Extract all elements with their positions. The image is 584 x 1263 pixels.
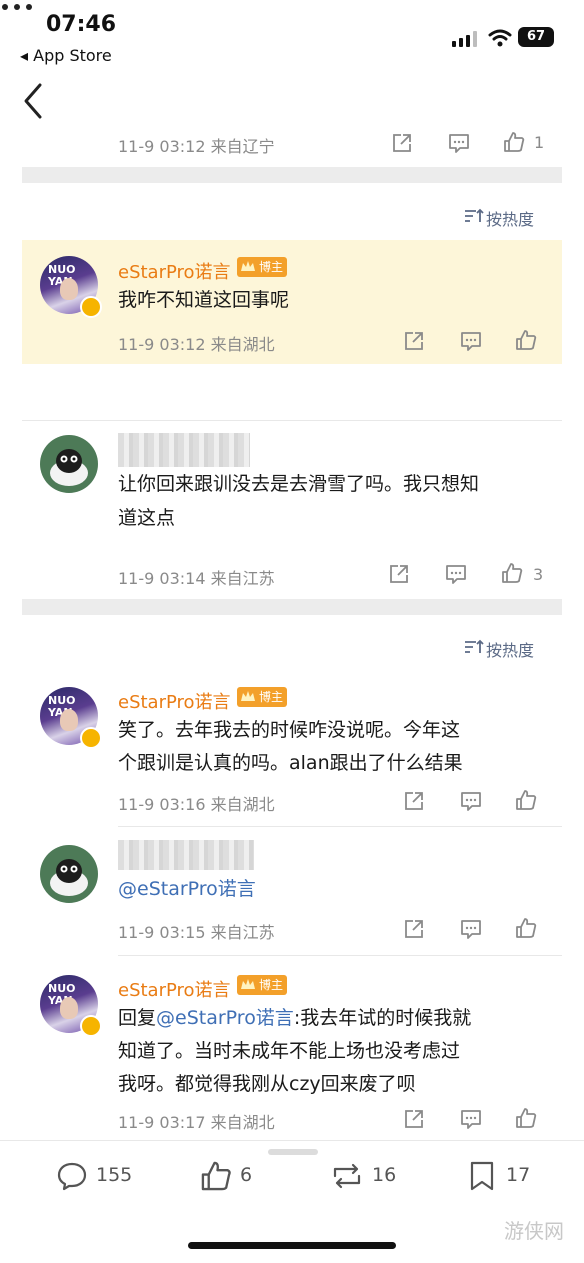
repost-icon <box>333 1163 361 1189</box>
divider-line <box>118 955 562 956</box>
divider-line <box>22 420 562 421</box>
favorites-count: 17 <box>506 1164 531 1186</box>
mention-link[interactable]: @eStarPro诺言 <box>156 1007 294 1029</box>
thumbs-up-icon <box>201 1161 231 1191</box>
reply-text: :我去年试的时候我就 <box>293 1007 472 1029</box>
crown-icon <box>241 261 255 271</box>
back-arrow-icon[interactable] <box>20 82 46 120</box>
avatar-face <box>60 278 78 300</box>
sort-by-hot-button[interactable]: 按热度 <box>464 637 534 661</box>
back-to-app-store-link[interactable]: ◂ App Store <box>20 46 112 65</box>
sort-label: 按热度 <box>486 641 535 660</box>
comment-icon[interactable] <box>460 330 482 352</box>
avatar[interactable] <box>40 435 98 493</box>
share-icon[interactable] <box>391 132 413 154</box>
share-icon[interactable] <box>403 330 425 352</box>
verified-badge-icon <box>80 1015 102 1037</box>
like-count: 1 <box>534 133 545 152</box>
sort-by-hot-button[interactable]: 按热度 <box>464 206 534 230</box>
comment-icon[interactable] <box>460 1108 482 1130</box>
comment-meta: 11-9 03:14 来自江苏 <box>118 569 275 588</box>
verified-badge-icon <box>80 727 102 749</box>
comment-bubble-icon <box>57 1162 87 1191</box>
sheep-avatar-icon <box>50 449 88 486</box>
comment-icon[interactable] <box>460 918 482 940</box>
reply-prefix: 回复 <box>118 1007 157 1029</box>
username[interactable]: eStarPro诺言 <box>118 258 231 284</box>
comment-text-line-2: 个跟训是认真的吗。alan跟出了什么结果 <box>118 752 463 774</box>
bottom-bar-border <box>0 1140 584 1141</box>
divider-line <box>118 826 562 827</box>
verified-badge-icon <box>80 296 102 318</box>
reply-meta: 11-9 03:12 来自辽宁 <box>118 137 275 156</box>
sheep-avatar-icon <box>50 859 88 896</box>
redacted-username <box>118 433 250 467</box>
like-icon[interactable] <box>515 1107 537 1129</box>
crown-icon <box>241 979 255 989</box>
battery-indicator: 67 <box>518 27 554 47</box>
comment-meta: 11-9 03:12 来自湖北 <box>118 335 275 354</box>
comment-icon[interactable] <box>448 132 470 154</box>
sort-label: 按热度 <box>486 210 535 229</box>
like-icon[interactable] <box>515 917 537 939</box>
redacted-username <box>118 840 254 870</box>
comment-meta: 11-9 03:16 来自湖北 <box>118 795 275 814</box>
like-icon[interactable] <box>501 562 523 584</box>
wifi-icon <box>488 29 512 47</box>
cellular-signal-icon <box>452 31 477 47</box>
share-icon[interactable] <box>403 918 425 940</box>
like-icon[interactable] <box>503 131 525 153</box>
like-icon[interactable] <box>515 329 537 351</box>
sort-icon <box>465 639 484 653</box>
comment-text-line-1: 笑了。去年我去的时候咋没说呢。今年这 <box>118 719 461 741</box>
avatar-face <box>60 709 78 731</box>
share-icon[interactable] <box>388 563 410 585</box>
avatar[interactable] <box>40 845 98 903</box>
comment-text-line-2: 道这点 <box>118 507 176 529</box>
share-icon[interactable] <box>403 790 425 812</box>
comment-text-line-1: 回复@eStarPro诺言:我去年试的时候我就 <box>118 1002 471 1034</box>
username[interactable]: eStarPro诺言 <box>118 688 231 714</box>
share-icon[interactable] <box>403 1108 425 1130</box>
mention-link[interactable]: @eStarPro诺言 <box>118 873 256 905</box>
comment-text-line-3: 我呀。都觉得我刚从czy回来废了呗 <box>118 1073 416 1095</box>
crown-icon <box>241 691 255 701</box>
avatar-face <box>60 997 78 1019</box>
blogger-badge: 博主 <box>237 975 288 995</box>
sort-icon <box>465 208 484 222</box>
comments-count: 155 <box>96 1164 133 1186</box>
comment-icon[interactable] <box>460 790 482 812</box>
blogger-badge: 博主 <box>237 687 288 707</box>
blogger-badge: 博主 <box>237 257 288 277</box>
reposts-count: 16 <box>372 1164 397 1186</box>
like-icon[interactable] <box>515 789 537 811</box>
watermark: 游侠网 <box>504 1219 564 1243</box>
comment-text-line-1: 让你回来跟训没去是去滑雪了吗。我只想知 <box>118 473 480 495</box>
section-divider <box>22 167 562 183</box>
comment-icon[interactable] <box>445 563 467 585</box>
home-indicator[interactable] <box>188 1242 396 1249</box>
comment-text-line-2: 知道了。当时未成年不能上场也没考虑过 <box>118 1040 461 1062</box>
username[interactable]: eStarPro诺言 <box>118 976 231 1002</box>
more-options-icon[interactable] <box>0 0 34 14</box>
status-time: 07:46 <box>46 12 117 37</box>
likes-count: 6 <box>240 1164 253 1186</box>
comment-meta: 11-9 03:15 来自江苏 <box>118 923 275 942</box>
bookmark-icon <box>470 1161 494 1191</box>
comment-text: 我咋不知道这回事呢 <box>118 289 290 311</box>
comment-meta: 11-9 03:17 来自湖北 <box>118 1113 275 1132</box>
section-divider <box>22 599 562 615</box>
like-count: 3 <box>533 565 544 584</box>
scroll-indicator <box>268 1149 318 1155</box>
